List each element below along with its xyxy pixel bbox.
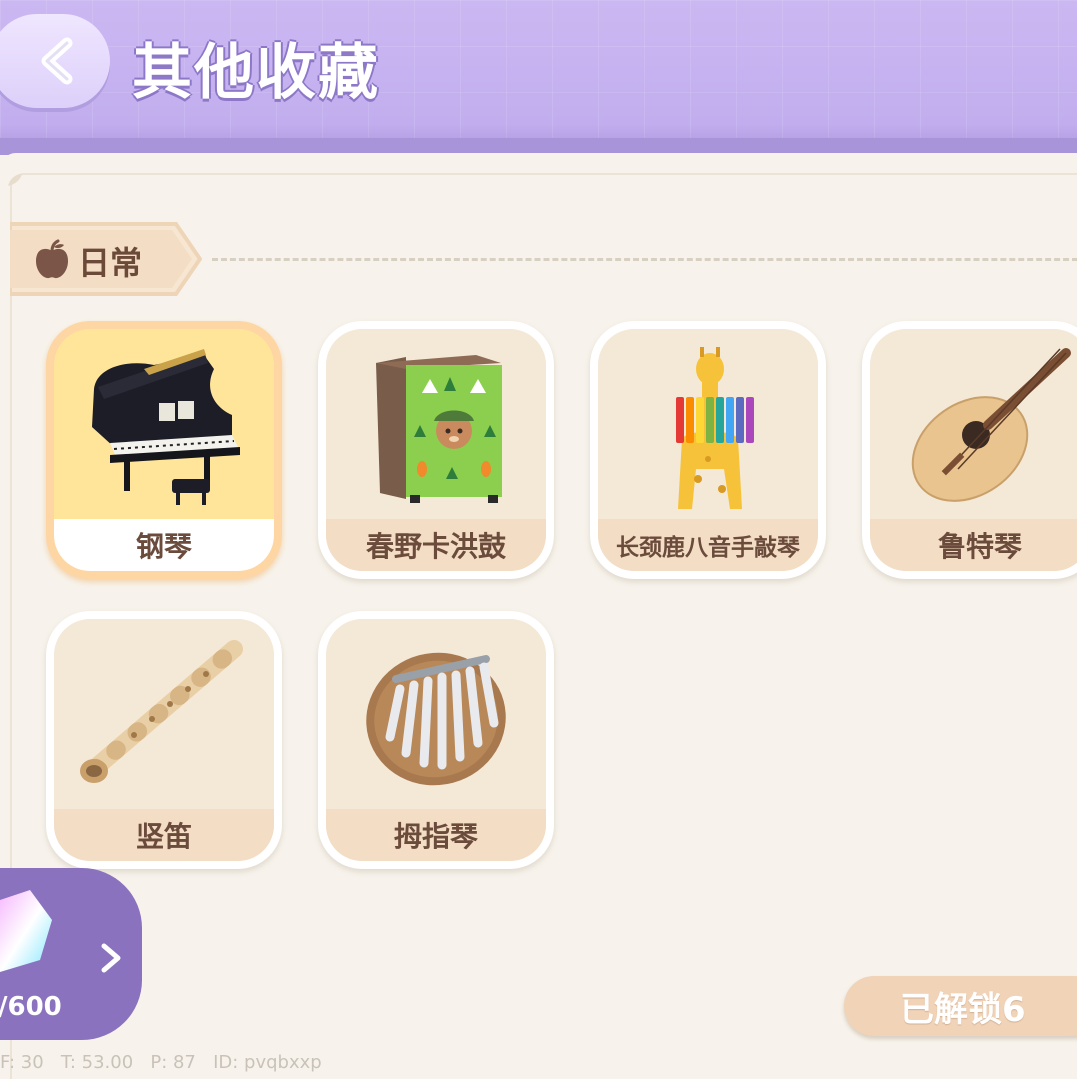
section-divider [212,258,1077,261]
page-title: 其他收藏 [132,38,380,108]
card-image [326,329,546,519]
back-button[interactable] [0,14,110,108]
chevron-left-icon [41,37,73,85]
leaf-decoration-icon [8,174,22,186]
card-content: 鲁特琴 [870,329,1077,571]
unlocked-count-badge: 已解锁6 [844,976,1077,1036]
card-image [598,329,818,519]
section-label: 日常 [78,244,143,282]
card-content: 钢琴 [54,329,274,571]
card-image [54,329,274,519]
card-content: 春野卡洪鼓 [326,329,546,571]
debug-fps: F: 30 [0,1052,44,1073]
crystal-icon [0,890,52,972]
item-card-giraffe-xylophone[interactable]: 长颈鹿八音手敲琴 [590,321,826,579]
debug-ping: P: 87 [150,1052,196,1073]
card-content: 长颈鹿八音手敲琴 [598,329,818,571]
item-card-kalimba[interactable]: 拇指琴 [318,611,554,869]
grand-piano-icon [92,349,240,505]
giraffe-xylophone-icon [676,347,754,509]
item-card-piano[interactable]: 钢琴 [46,321,282,579]
item-name: 春野卡洪鼓 [326,519,546,571]
item-name: 竖笛 [54,809,274,861]
apple-icon [36,239,68,279]
kalimba-icon [366,652,506,786]
item-card-cajon[interactable]: 春野卡洪鼓 [318,321,554,579]
cajon-drum-icon [376,355,502,503]
item-name: 长颈鹿八音手敲琴 [598,519,818,571]
recorder-icon [80,640,243,783]
card-image [54,619,274,809]
collection-count: /600 [0,992,62,1022]
debug-time: T: 53.00 [60,1052,134,1073]
chevron-right-icon[interactable] [96,940,126,976]
item-name: 拇指琴 [326,809,546,861]
item-card-recorder[interactable]: 竖笛 [46,611,282,869]
item-name: 鲁特琴 [870,519,1077,571]
debug-id: ID: pvqbxxp [213,1052,322,1073]
lute-icon [911,348,1071,502]
card-image [870,329,1077,519]
card-content: 拇指琴 [326,619,546,861]
debug-overlay: F: 30 T: 53.00 P: 87 ID: pvqbxxp [0,1052,322,1073]
item-name: 钢琴 [54,519,274,571]
card-content: 竖笛 [54,619,274,861]
item-card-lute[interactable]: 鲁特琴 [862,321,1077,579]
card-image [326,619,546,809]
